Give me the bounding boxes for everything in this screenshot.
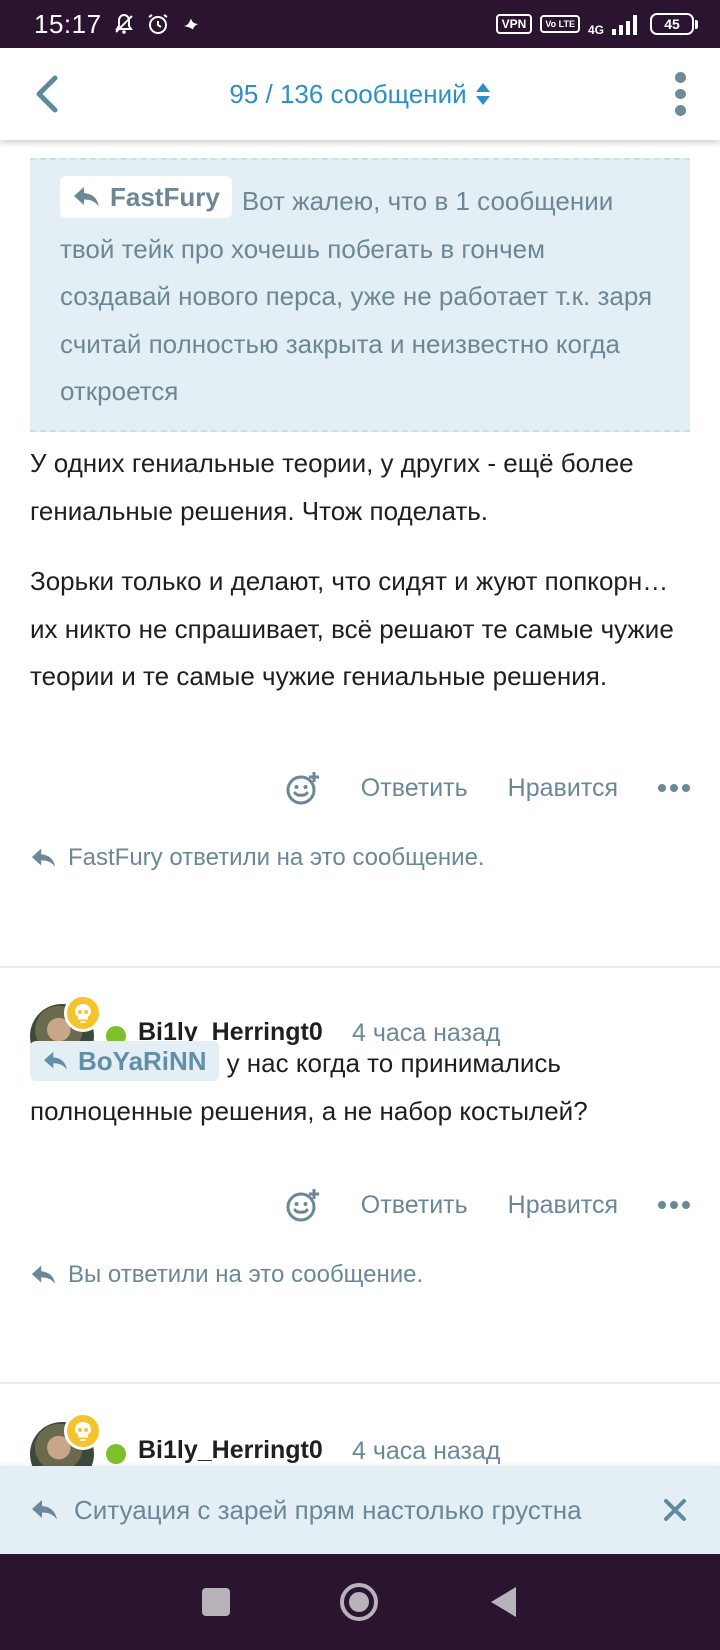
post-author-row: Bi1ly_Herringt0 4 часа назад <box>30 1412 690 1466</box>
battery-level: 45 <box>664 16 680 32</box>
replied-text: FastFury ответили на это сообщение. <box>68 844 485 871</box>
more-menu-button[interactable] <box>662 72 698 117</box>
bird-icon <box>183 18 198 30</box>
signal-icon <box>612 15 637 35</box>
quote-author-chip[interactable]: FastFury <box>60 176 232 218</box>
dot-icon <box>682 784 690 792</box>
user-badge <box>64 994 102 1032</box>
post-more-button[interactable] <box>658 784 690 792</box>
reply-button[interactable]: Ответить <box>361 774 468 803</box>
post-time[interactable]: 4 часа назад <box>352 1437 501 1466</box>
mention-name: BoYaRiNN <box>78 1046 207 1076</box>
quote-text: Вот жалею, что в 1 сообщении твой тейк п… <box>60 186 653 406</box>
home-icon <box>349 1592 369 1612</box>
dot-icon <box>670 784 678 792</box>
recents-button[interactable] <box>202 1588 230 1616</box>
like-button[interactable]: Нравится <box>508 774 618 803</box>
reply-draft-text: Ситуация с зарей прям настолько грустна <box>74 1494 582 1525</box>
replied-text: Вы ответили на это сообщение. <box>68 1261 424 1288</box>
status-icons-left <box>112 12 202 36</box>
page-counter-dropdown[interactable]: 95 / 136 сообщений <box>0 79 720 110</box>
app-header: 95 / 136 сообщений <box>0 48 720 140</box>
thread-content[interactable]: FastFury Вот жалею, что в 1 сообщении тв… <box>0 140 720 1466</box>
volte-indicator: Vo LTE <box>540 15 580 33</box>
post-paragraph: Зорьки только и делают, что сидят и жуют… <box>30 566 674 691</box>
bell-off-icon <box>114 13 133 34</box>
like-button[interactable]: Нравится <box>508 1191 618 1220</box>
reply-arrow-icon <box>44 1051 67 1070</box>
user-badge <box>64 1412 102 1450</box>
reply-draft-bar[interactable]: Ситуация с зарей прям настолько грустна <box>0 1466 720 1554</box>
status-bar: 15:17 VPN Vo LTE 4G 45 <box>0 0 720 48</box>
dot-icon <box>674 105 686 117</box>
add-reaction-button[interactable] <box>285 770 321 806</box>
online-indicator <box>106 1444 126 1464</box>
post-body: BoYaRiNN у нас когда то принимались полн… <box>30 1040 690 1135</box>
system-nav-bar <box>0 1554 720 1650</box>
reply-arrow-icon <box>31 1265 56 1284</box>
back-nav-button[interactable] <box>488 1585 518 1619</box>
mention-chip[interactable]: BoYaRiNN <box>30 1041 219 1081</box>
post-divider <box>0 966 720 968</box>
vpn-indicator: VPN <box>495 14 533 34</box>
battery-icon: 45 <box>650 13 698 35</box>
quote-author: FastFury <box>110 182 220 212</box>
close-icon <box>664 1499 686 1521</box>
emoji-add-icon <box>286 772 319 805</box>
dot-icon <box>682 1201 690 1209</box>
post-actions: Ответить Нравится <box>285 1183 690 1227</box>
dot-icon <box>670 1201 678 1209</box>
post-paragraph: У одних гениальные теории, у других - ещ… <box>30 448 634 526</box>
dot-icon <box>674 72 686 83</box>
reply-arrow-icon <box>31 848 56 867</box>
status-icons-right: VPN Vo LTE 4G 45 <box>495 11 698 37</box>
replied-notice[interactable]: FastFury ответили на это сообщение. <box>30 844 485 872</box>
status-time: 15:17 <box>34 8 102 39</box>
network-type: 4G <box>587 23 604 37</box>
reply-arrow-icon <box>32 1500 57 1520</box>
close-reply-button[interactable] <box>660 1495 690 1525</box>
post-more-button[interactable] <box>658 1201 690 1209</box>
reply-arrow-icon <box>74 187 99 207</box>
alarm-icon <box>148 14 168 34</box>
home-button[interactable] <box>340 1583 378 1621</box>
reply-button[interactable]: Ответить <box>361 1191 468 1220</box>
dot-icon <box>658 784 666 792</box>
dot-icon <box>674 88 686 100</box>
replied-notice[interactable]: Вы ответили на это сообщение. <box>30 1261 423 1289</box>
skull-icon <box>75 1004 91 1023</box>
page-title: 95 / 136 сообщений <box>229 78 467 109</box>
sort-caret-icon <box>475 83 490 105</box>
username[interactable]: Bi1ly_Herringt0 <box>138 1436 323 1465</box>
dot-icon <box>658 1201 666 1209</box>
quote-block: FastFury Вот жалею, что в 1 сообщении тв… <box>30 158 690 432</box>
emoji-add-icon <box>286 1189 319 1222</box>
post-divider <box>0 1382 720 1384</box>
skull-icon <box>75 1422 91 1441</box>
post-actions: Ответить Нравится <box>285 766 690 810</box>
add-reaction-button[interactable] <box>285 1187 321 1223</box>
